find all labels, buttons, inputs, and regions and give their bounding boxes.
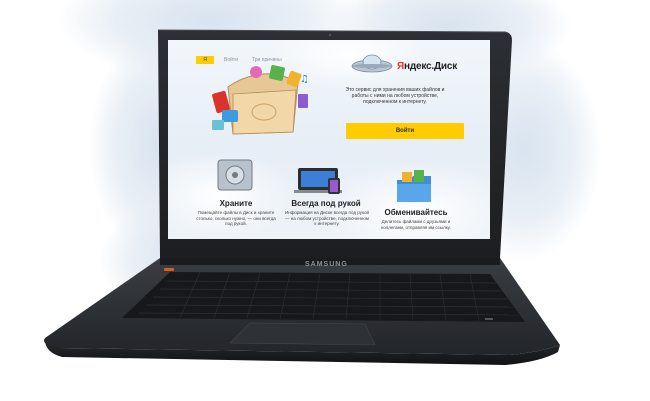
share-folder-icon xyxy=(397,170,431,202)
scene: SAMSUNG Я Войти Три причины ♫ Яндекс.Дис… xyxy=(0,0,650,401)
brand-title-first: Я xyxy=(397,61,404,72)
touchpad xyxy=(229,322,376,346)
svg-text:♫: ♫ xyxy=(300,74,309,85)
folder-illustration: ♫ xyxy=(212,65,309,135)
feature-title-share: Обменивайтесь xyxy=(384,208,448,217)
feature-title-store: Храните xyxy=(219,199,253,208)
login-button[interactable]: Войти xyxy=(346,123,464,139)
feature-text-store: Помещайте файлы в Диск и храните столько… xyxy=(196,210,276,227)
service-description: Это сервис для хранения ваших файлов и р… xyxy=(345,87,445,105)
feature-title-always: Всегда под рукой xyxy=(291,199,361,208)
brand-title: Яндекс.Диск xyxy=(397,61,457,72)
device-brand: SAMSUNG xyxy=(305,261,348,268)
brand-title-rest: ндекс.Диск xyxy=(404,61,458,72)
ufo-icon xyxy=(351,54,393,73)
feature-text-share: Делитесь файлами с друзьями и коллегами,… xyxy=(381,219,451,230)
feature-text-always: Информация на Диске всегда под рукой — н… xyxy=(285,210,369,227)
laptop-screen: Я Войти Три причины ♫ Яндекс.Диск Это се… xyxy=(168,40,490,239)
devices-icon xyxy=(294,168,342,194)
safe-icon xyxy=(217,159,253,191)
